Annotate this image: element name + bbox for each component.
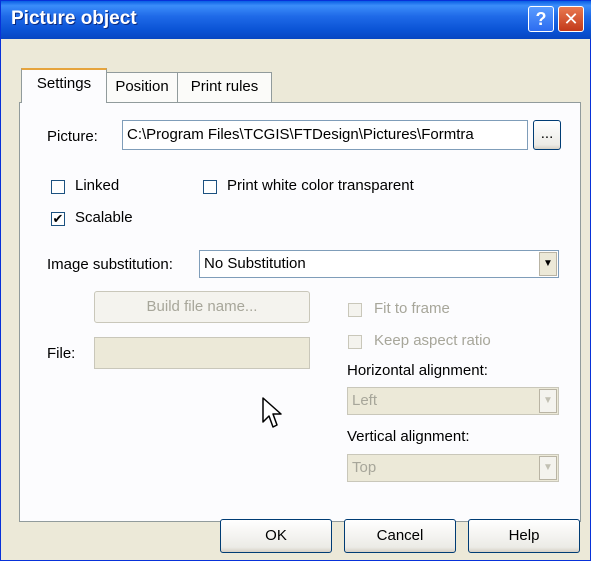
fit-to-frame-checkbox[interactable] bbox=[348, 303, 362, 317]
linked-label: Linked bbox=[75, 177, 120, 194]
print-white-transparent-checkbox[interactable] bbox=[203, 180, 217, 194]
help-question-icon[interactable]: ? bbox=[528, 6, 554, 32]
title-bar: Picture object ? ✕ bbox=[1, 1, 591, 39]
image-substitution-value: No Substitution bbox=[204, 255, 306, 272]
vertical-alignment-label: Vertical alignment: bbox=[347, 428, 470, 445]
horizontal-alignment-value: Left bbox=[352, 392, 378, 409]
image-substitution-select[interactable]: No Substitution bbox=[199, 250, 559, 278]
vertical-alignment-value: Top bbox=[352, 459, 377, 476]
fit-to-frame-label: Fit to frame bbox=[374, 300, 450, 317]
chevron-down-icon[interactable]: ▼ bbox=[539, 456, 557, 480]
scalable-checkbox[interactable]: ✔ bbox=[51, 212, 65, 226]
image-substitution-label: Image substitution: bbox=[47, 256, 173, 273]
tab-position[interactable]: Position bbox=[106, 72, 178, 102]
picture-object-dialog: Picture object ? ✕ Settings Position Pri… bbox=[0, 0, 591, 561]
file-input[interactable] bbox=[94, 337, 310, 369]
ok-button[interactable]: OK bbox=[220, 519, 332, 553]
tab-settings[interactable]: Settings bbox=[21, 68, 107, 103]
check-mark-icon: ✔ bbox=[52, 211, 64, 226]
vertical-alignment-select[interactable]: Top bbox=[347, 454, 559, 482]
picture-path-input[interactable]: C:\Program Files\TCGIS\FTDesign\Pictures… bbox=[122, 120, 528, 150]
file-label: File: bbox=[47, 345, 76, 362]
close-icon[interactable]: ✕ bbox=[558, 6, 584, 32]
linked-checkbox[interactable] bbox=[51, 180, 65, 194]
scalable-label: Scalable bbox=[75, 209, 133, 226]
build-file-name-button[interactable]: Build file name... bbox=[94, 291, 310, 323]
horizontal-alignment-select[interactable]: Left bbox=[347, 387, 559, 415]
dialog-title: Picture object bbox=[11, 8, 137, 29]
help-button[interactable]: Help bbox=[468, 519, 580, 553]
print-white-transparent-label: Print white color transparent bbox=[227, 177, 414, 194]
chevron-down-icon[interactable]: ▼ bbox=[539, 252, 557, 276]
chevron-down-icon[interactable]: ▼ bbox=[539, 389, 557, 413]
cancel-button[interactable]: Cancel bbox=[344, 519, 456, 553]
browse-button[interactable]: ... bbox=[533, 120, 561, 150]
mouse-cursor-icon bbox=[262, 397, 282, 428]
keep-aspect-ratio-checkbox[interactable] bbox=[348, 335, 362, 349]
picture-label: Picture: bbox=[47, 128, 98, 145]
horizontal-alignment-label: Horizontal alignment: bbox=[347, 362, 488, 379]
tab-print-rules[interactable]: Print rules bbox=[177, 72, 272, 102]
keep-aspect-ratio-label: Keep aspect ratio bbox=[374, 332, 491, 349]
